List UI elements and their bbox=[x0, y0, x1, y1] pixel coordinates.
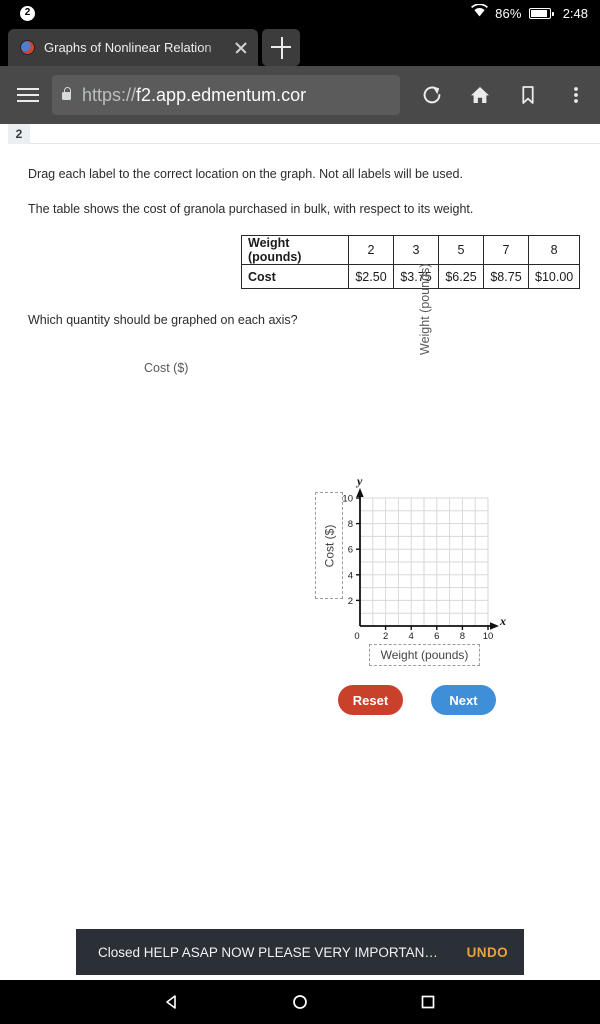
reset-button[interactable]: Reset bbox=[338, 685, 403, 715]
web-page-content: 2 Drag each label to the correct locatio… bbox=[0, 124, 600, 932]
y-axis-name: y bbox=[355, 479, 363, 488]
graph-svg: y x 10 8 6 4 2 0 2 4 6 8 10 bbox=[342, 479, 506, 642]
weight-cell: 2 bbox=[348, 235, 394, 265]
svg-text:6: 6 bbox=[434, 631, 439, 642]
y-tick-labels: 10 8 6 4 2 bbox=[342, 494, 353, 607]
notification-count-badge: 2 bbox=[20, 5, 35, 21]
svg-text:10: 10 bbox=[342, 494, 353, 505]
overflow-menu-icon[interactable] bbox=[552, 66, 600, 124]
lock-icon bbox=[62, 87, 72, 100]
x-axis-name: x bbox=[499, 614, 506, 628]
instruction-secondary: The table shows the cost of granola purc… bbox=[28, 201, 474, 216]
url-host: f2.app.edmentum.cor bbox=[136, 84, 307, 105]
status-bar-clock: 2:48 bbox=[562, 5, 588, 21]
snackbar-message: Closed HELP ASAP NOW PLEASE VERY IMPORTA… bbox=[98, 944, 438, 960]
x-axis-dropzone[interactable]: Weight (pounds) bbox=[369, 644, 480, 666]
question-prompt: Which quantity should be graphed on each… bbox=[28, 313, 298, 327]
coordinate-graph: y x 10 8 6 4 2 0 2 4 6 8 10 Cost ($) Wei… bbox=[0, 479, 600, 669]
data-table-wrapper: Weight (pounds) 2 3 5 7 8 Cost $2.50 $3.… bbox=[0, 235, 600, 289]
y-axis-dropzone[interactable]: Cost ($) bbox=[315, 492, 343, 599]
snackbar: Closed HELP ASAP NOW PLEASE VERY IMPORTA… bbox=[76, 929, 524, 975]
browser-tab-title: Graphs of Nonlinear Relation bbox=[44, 40, 212, 55]
y-axis-dropzone-label: Cost ($) bbox=[322, 524, 336, 567]
axes bbox=[356, 488, 499, 630]
address-bar[interactable]: https://f2.app.edmentum.cor bbox=[52, 75, 400, 115]
svg-text:8: 8 bbox=[348, 519, 353, 530]
svg-text:4: 4 bbox=[348, 570, 353, 581]
url-scheme: https:// bbox=[82, 84, 137, 105]
table-row: Weight (pounds) 2 3 5 7 8 bbox=[241, 235, 581, 265]
row-header-weight: Weight (pounds) bbox=[241, 235, 349, 265]
svg-text:2: 2 bbox=[348, 596, 353, 607]
next-button[interactable]: Next bbox=[431, 685, 496, 715]
cost-weight-table: Weight (pounds) 2 3 5 7 8 Cost $2.50 $3.… bbox=[241, 235, 581, 289]
browser-tab[interactable]: Graphs of Nonlinear Relation bbox=[8, 29, 258, 66]
x-tick-labels: 0 2 4 6 8 10 bbox=[354, 631, 493, 642]
svg-text:2: 2 bbox=[383, 631, 388, 642]
snackbar-undo-button[interactable]: UNDO bbox=[467, 945, 508, 960]
cost-cell: $8.75 bbox=[483, 264, 529, 289]
grid-lines bbox=[360, 497, 489, 626]
battery-percent-label: 86% bbox=[495, 5, 522, 21]
weight-cell: 7 bbox=[483, 235, 529, 265]
hamburger-menu-icon[interactable] bbox=[0, 66, 52, 124]
device-screen: 2 86% 2:48 Graphs of Nonlinear Relation bbox=[0, 0, 600, 1024]
divider bbox=[30, 143, 600, 144]
close-icon[interactable] bbox=[230, 37, 252, 59]
browser-toolbar: https://f2.app.edmentum.cor bbox=[0, 66, 600, 124]
svg-text:0: 0 bbox=[354, 631, 359, 642]
weight-cell: 3 bbox=[393, 235, 439, 265]
browser-tab-strip: Graphs of Nonlinear Relation bbox=[0, 26, 600, 66]
android-navigation-bar bbox=[0, 980, 600, 1024]
recents-square-icon[interactable] bbox=[364, 980, 492, 1024]
cost-cell: $2.50 bbox=[348, 264, 394, 289]
row-header-cost: Cost bbox=[241, 264, 349, 289]
question-number-badge[interactable]: 2 bbox=[8, 124, 30, 144]
back-triangle-icon[interactable] bbox=[108, 980, 236, 1024]
new-tab-button[interactable] bbox=[262, 29, 300, 66]
home-icon[interactable] bbox=[456, 66, 504, 124]
svg-text:6: 6 bbox=[348, 545, 353, 556]
status-bar-right: 86% 2:48 bbox=[471, 3, 588, 22]
weight-cell: 5 bbox=[438, 235, 484, 265]
instruction-primary: Drag each label to the correct location … bbox=[28, 167, 463, 181]
home-circle-icon[interactable] bbox=[236, 980, 364, 1024]
svg-text:4: 4 bbox=[409, 631, 414, 642]
question-number-strip: 2 bbox=[0, 124, 600, 146]
battery-icon bbox=[528, 7, 554, 19]
cost-cell: $6.25 bbox=[438, 264, 484, 289]
android-status-bar: 2 86% 2:48 bbox=[0, 0, 600, 26]
bookmark-icon[interactable] bbox=[504, 66, 552, 124]
reload-icon[interactable] bbox=[408, 66, 456, 124]
cost-cell: $10.00 bbox=[527, 264, 581, 289]
svg-text:10: 10 bbox=[483, 631, 494, 642]
site-favicon-icon bbox=[20, 40, 35, 55]
draggable-label-cost[interactable]: Cost ($) bbox=[144, 361, 188, 375]
table-row: Cost $2.50 $3.75 $6.25 $8.75 $10.00 bbox=[241, 264, 581, 289]
svg-text:8: 8 bbox=[460, 631, 465, 642]
url-text: https://f2.app.edmentum.cor bbox=[82, 85, 392, 106]
draggable-label-weight[interactable]: Weight (pounds) bbox=[418, 264, 432, 356]
weight-cell: 8 bbox=[527, 235, 581, 265]
label-bank: Cost ($) Weight (pounds) bbox=[0, 264, 600, 479]
x-axis-dropzone-label: Weight (pounds) bbox=[380, 648, 469, 662]
action-buttons: Reset Next bbox=[0, 685, 600, 715]
wifi-icon bbox=[471, 3, 489, 22]
